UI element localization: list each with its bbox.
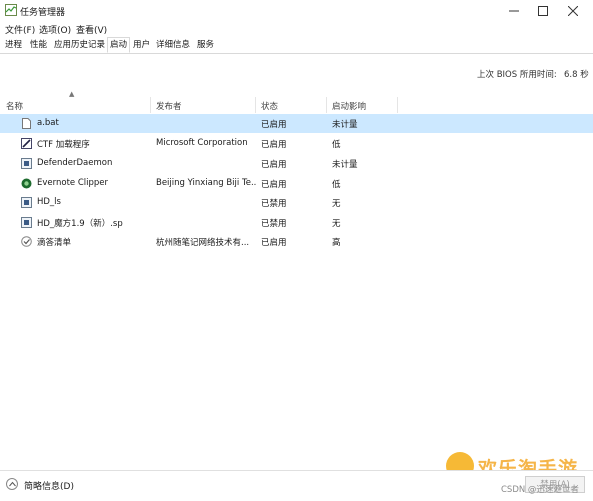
row-name: a.bat (37, 118, 59, 128)
menu-view[interactable]: 查看(V) (76, 23, 107, 36)
tab-strip: 进程 性能 应用历史记录 启动 用户 详细信息 服务 (0, 37, 593, 54)
close-button[interactable] (558, 0, 588, 22)
row-impact: 未计量 (332, 160, 358, 170)
tab-services[interactable]: 服务 (195, 38, 216, 52)
tab-performance[interactable]: 性能 (28, 38, 49, 52)
tab-processes[interactable]: 进程 (3, 38, 24, 52)
row-name: DefenderDaemon (37, 158, 113, 168)
task-manager-icon (5, 4, 17, 16)
column-header-name[interactable]: 名称 (6, 100, 23, 112)
tab-startup[interactable]: 启动 (107, 37, 131, 53)
row-status: 已禁用 (261, 219, 287, 229)
fewer-details-label[interactable]: 简略信息(D) (24, 479, 74, 492)
column-header-publisher[interactable]: 发布者 (156, 100, 182, 112)
row-status: 已启用 (261, 180, 287, 190)
menu-file[interactable]: 文件(F) (5, 23, 35, 36)
app-icon (21, 197, 32, 208)
fewer-details-button[interactable] (6, 478, 18, 490)
chevron-up-icon (9, 481, 16, 487)
table-row[interactable]: 滴答清单 杭州随笔记网络技术有... 已启用 高 (0, 232, 593, 251)
row-name: HD_ls (37, 197, 61, 207)
bios-time-value: 6.8 秒 (564, 70, 589, 80)
tab-details[interactable]: 详细信息 (154, 38, 192, 52)
table-row[interactable]: CTF 加载程序 Microsoft Corporation 已启用 低 (0, 134, 593, 153)
title-bar: 任务管理器 (0, 0, 593, 22)
row-status: 已启用 (261, 160, 287, 170)
row-impact: 无 (332, 219, 341, 229)
minimize-button[interactable] (499, 0, 529, 22)
row-impact: 未计量 (332, 120, 358, 130)
table-row[interactable]: DefenderDaemon 已启用 未计量 (0, 154, 593, 173)
pen-icon (21, 138, 32, 149)
close-icon (568, 6, 578, 16)
app-icon (21, 158, 32, 169)
menu-options[interactable]: 选项(O) (39, 23, 71, 36)
column-divider[interactable] (150, 97, 151, 113)
column-header-status[interactable]: 状态 (261, 100, 278, 112)
table-row[interactable]: a.bat 已启用 未计量 (0, 114, 593, 133)
row-name: 滴答清单 (37, 238, 72, 248)
column-divider[interactable] (397, 97, 398, 113)
row-impact: 无 (332, 199, 341, 209)
evernote-icon (21, 178, 32, 189)
row-status: 已启用 (261, 238, 287, 248)
check-icon (21, 236, 32, 247)
column-header-row (0, 96, 593, 114)
row-name: CTF 加载程序 (37, 140, 90, 150)
maximize-button[interactable] (528, 0, 558, 22)
maximize-icon (538, 6, 548, 16)
tab-app-history[interactable]: 应用历史记录 (52, 38, 107, 52)
row-status: 已启用 (261, 120, 287, 130)
table-row[interactable]: HD_魔方1.9（新）.sp 已禁用 无 (0, 213, 593, 232)
row-publisher: 杭州随笔记网络技术有... (156, 238, 250, 248)
row-name: Evernote Clipper (37, 178, 109, 188)
tab-users[interactable]: 用户 (131, 38, 152, 52)
row-name: HD_魔方1.9（新）.sp (37, 219, 123, 229)
row-impact: 低 (332, 180, 341, 190)
column-divider[interactable] (255, 97, 256, 113)
minimize-icon (509, 10, 519, 12)
menu-bar: 文件(F) 选项(O) 查看(V) (0, 22, 593, 36)
file-icon (22, 118, 31, 129)
app-icon (21, 217, 32, 228)
window-title: 任务管理器 (20, 8, 66, 18)
row-publisher: Microsoft Corporation (156, 138, 248, 148)
column-divider[interactable] (326, 97, 327, 113)
row-publisher: Beijing Yinxiang Biji Te... (156, 178, 256, 188)
table-row[interactable]: Evernote Clipper Beijing Yinxiang Biji T… (0, 174, 593, 193)
column-header-impact[interactable]: 启动影响 (332, 100, 366, 112)
bios-time-label: 上次 BIOS 所用时间: (477, 70, 557, 80)
row-impact: 低 (332, 140, 341, 150)
row-status: 已禁用 (261, 199, 287, 209)
watermark-csdn: CSDN @迅速避世者 (501, 485, 579, 495)
row-impact: 高 (332, 238, 341, 248)
row-status: 已启用 (261, 140, 287, 150)
table-row[interactable]: HD_ls 已禁用 无 (0, 193, 593, 212)
